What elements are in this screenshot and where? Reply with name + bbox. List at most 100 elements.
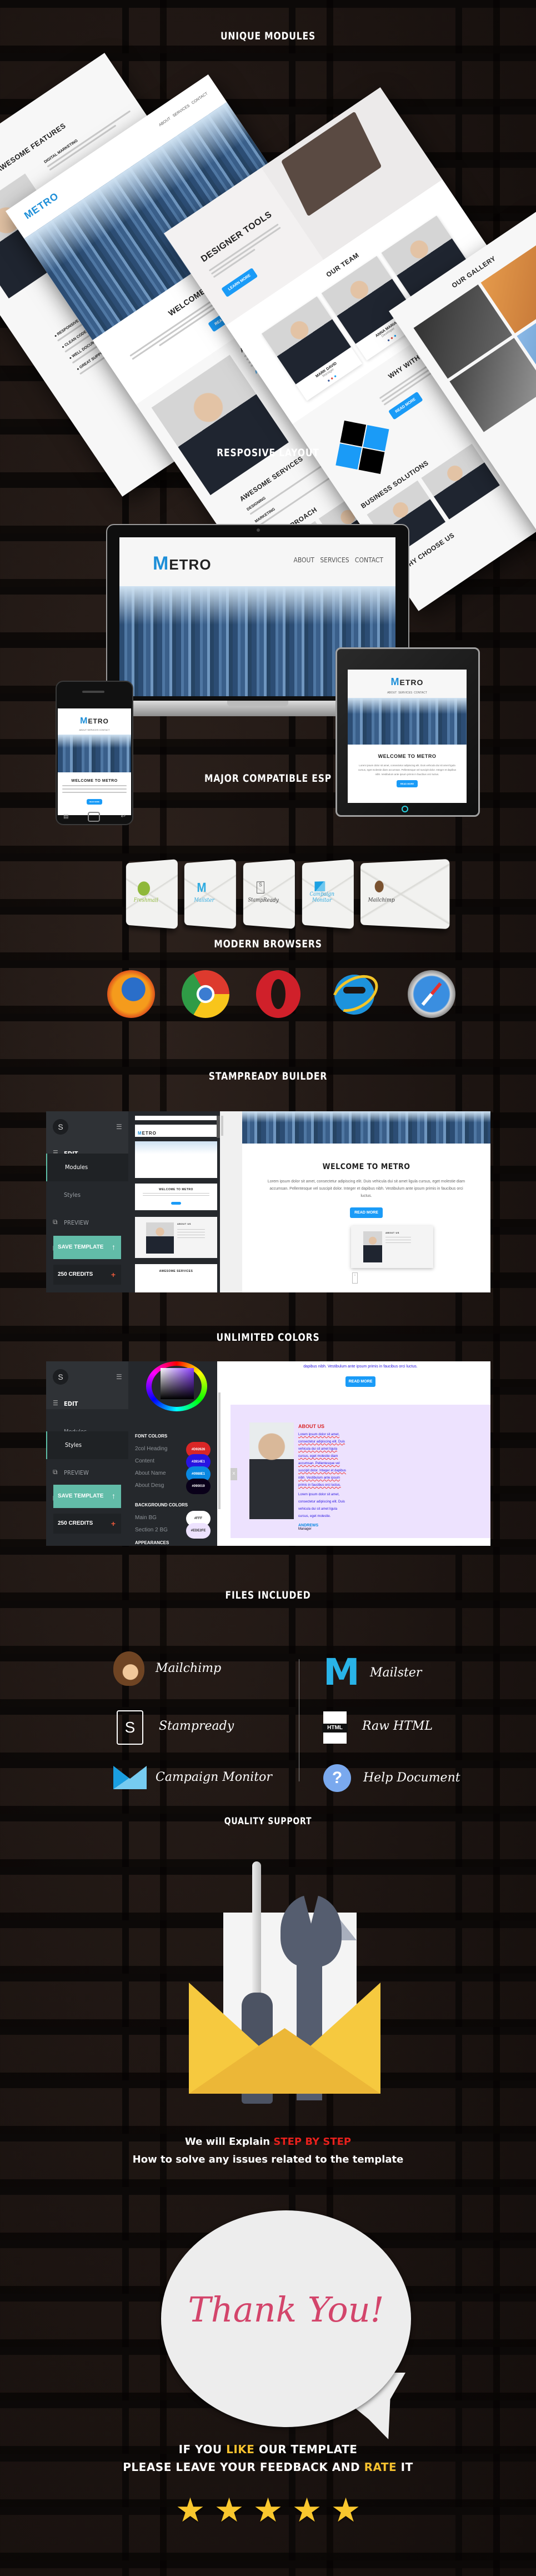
read-more-button[interactable]: READ MORE [345, 1376, 376, 1387]
plus-icon: + [111, 1519, 116, 1528]
about-photo [249, 1422, 294, 1519]
appearances-heading: APPEARANCES [135, 1540, 169, 1545]
about-role: Manager [298, 1527, 312, 1531]
support-line-1: We will Explain STEP BY STEP [184, 2136, 352, 2148]
mailchimp-icon [374, 880, 384, 893]
mailster-icon: M [323, 1651, 360, 1694]
read-more-button[interactable]: READ MORE [350, 1207, 383, 1218]
about-section: ABOUT US Lorem ipsum dolor sit amet, con… [231, 1405, 490, 1538]
color-label: Section 2 BG [135, 1527, 168, 1533]
avatar[interactable]: S [53, 1369, 68, 1385]
rate-line-1: IF YOU LIKE OUR TEMPLATE [178, 2443, 358, 2456]
sidebar-item-preview[interactable]: ⧉ PREVIEW [46, 1209, 128, 1237]
webcam-icon [257, 528, 260, 532]
styles-panel: FONT COLORS 2col Heading #D92626 Content… [128, 1361, 217, 1546]
campaign-monitor-icon [314, 881, 325, 892]
color-picker-wheel[interactable] [146, 1361, 207, 1411]
star-icon[interactable]: ★ [292, 2494, 323, 2527]
help-icon: ? [323, 1764, 351, 1792]
module-thumb-hero[interactable] [135, 1141, 217, 1178]
nav-link[interactable]: CONTACT [99, 728, 110, 731]
power-button-icon[interactable] [402, 806, 408, 812]
builder-canvas: WELCOME TO METRO Lorem ipsum dolor sit a… [220, 1111, 490, 1292]
support-envelope-illustration [189, 1861, 380, 2104]
preview-text: dapibus nibh. Vestibulum ante ipsum prim… [303, 1365, 418, 1369]
builder-window: S ☰ ☰EDIT Modules Styles ⧉PREVIEW ⎘EXPOR… [46, 1111, 490, 1292]
nav-link[interactable]: ABOUT [79, 728, 87, 731]
star-rating[interactable]: ★ ★ ★ ★ ★ [0, 2494, 536, 2528]
module-thumb-services[interactable]: AWESOME SERVICES [135, 1264, 217, 1292]
swatch-about-desg[interactable]: #090019 [186, 1479, 211, 1494]
home-key[interactable] [88, 812, 100, 822]
module-thumb-welcome[interactable]: WELCOME TO METRO [135, 1184, 217, 1210]
learn-more-button[interactable]: LEARN MORE [221, 267, 258, 298]
phone-device: METRO ABOUT SERVICES CONTACT WELCOME TO … [56, 681, 133, 825]
section-title-builder: STAMPREADY BUILDER [208, 1070, 328, 1082]
save-template-button[interactable]: SAVE TEMPLATE ↑ [53, 1236, 121, 1259]
sidebar-item-styles[interactable]: Styles [46, 1181, 128, 1209]
hamburger-menu-icon[interactable]: ☰ [116, 1123, 122, 1131]
nav-link[interactable]: CONTACT [414, 691, 427, 695]
star-icon[interactable]: ★ [253, 2494, 284, 2527]
color-label: Main BG [135, 1515, 157, 1521]
sidebar-item-modules[interactable]: Modules [46, 1154, 128, 1181]
module-thumb-header[interactable]: METRO [135, 1125, 217, 1137]
nav-link: SERVICES [172, 103, 191, 118]
dragged-module-about[interactable]: ABOUT US [351, 1226, 433, 1268]
safari-icon [408, 970, 455, 1018]
color-saturation-square[interactable] [161, 1368, 194, 1399]
sidebar-item-preview[interactable]: ⧉ PREVIEW [46, 1459, 128, 1487]
builder-canvas: dapibus nibh. Vestibulum ante ipsum prim… [217, 1361, 490, 1546]
esp-label: Mailster [194, 897, 214, 904]
nav-link-contact[interactable]: CONTACT [355, 556, 383, 564]
read-more-button[interactable]: READ MORE [388, 391, 423, 420]
read-more-button[interactable]: READ MORE [86, 799, 103, 805]
star-icon[interactable]: ★ [330, 2494, 362, 2527]
module-thumb-about[interactable]: ABOUT US [135, 1217, 217, 1258]
nav-link[interactable]: SERVICES [398, 691, 412, 695]
laptop-photo [280, 111, 382, 217]
esp-label: StampReady [248, 897, 279, 904]
nav-link-about[interactable]: ABOUT [293, 556, 314, 564]
sidebar-item-styles[interactable]: Styles [46, 1431, 128, 1459]
esp-envelope-stampready: S StampReady [243, 859, 295, 929]
menu-key-icon[interactable]: ▤ [63, 813, 68, 820]
save-template-button[interactable]: SAVE TEMPLATE ↑ [53, 1485, 121, 1508]
upload-arrow-icon: ↑ [112, 1491, 116, 1500]
about-heading: ABOUT US [298, 1424, 324, 1429]
mailchimp-icon [113, 1651, 144, 1686]
preview-icon: ⧉ [53, 1468, 58, 1476]
section-title-responsive: RESPOSIVE LAYOUT [217, 447, 319, 459]
star-icon[interactable]: ★ [214, 2494, 245, 2527]
freshmail-icon [137, 881, 151, 896]
nav-link[interactable]: ABOUT [387, 691, 397, 695]
module-thumb[interactable] [135, 1116, 217, 1120]
chrome-icon [182, 970, 229, 1018]
city-hero-image [242, 1111, 490, 1144]
preview-icon: ⧉ [53, 1218, 58, 1226]
section-title-support: QUALITY SUPPORT [224, 1816, 312, 1827]
close-module-button[interactable]: X [231, 1468, 237, 1480]
welcome-heading: WELCOME TO METRO [322, 1162, 410, 1171]
avatar[interactable]: S [53, 1119, 68, 1135]
nav-link[interactable]: SERVICES [87, 728, 98, 731]
nav-link-services[interactable]: SERVICES [320, 556, 349, 564]
canvas-scrollbar[interactable] [218, 1392, 221, 1509]
drop-arrow-icon: ↓ [352, 1272, 358, 1284]
esp-label: Campaign Monitor [309, 891, 335, 904]
back-key-icon[interactable]: ↩ [121, 813, 126, 820]
modules-mockup: AWESOME FEATURES DIGITAL MARKETING SOCIA… [0, 0, 536, 611]
city-hero-image [348, 698, 467, 745]
canvas-scrollbar[interactable] [221, 1116, 223, 1136]
credits-button[interactable]: 250 CREDITS + [53, 1265, 121, 1285]
credits-button[interactable]: 250 CREDITS + [53, 1514, 121, 1534]
esp-envelope-mailchimp: Mailchimp [360, 858, 450, 930]
swatch-section2-bg[interactable]: #EDE2FE [186, 1523, 211, 1539]
star-icon[interactable]: ★ [175, 2494, 206, 2527]
nav-link: CONTACT [191, 92, 209, 106]
sidebar-item-edit[interactable]: ☰EDIT [46, 1390, 128, 1418]
firefox-icon [107, 970, 155, 1018]
plus-icon: + [111, 1270, 116, 1279]
opera-icon [256, 970, 300, 1018]
hamburger-menu-icon[interactable]: ☰ [116, 1373, 122, 1381]
